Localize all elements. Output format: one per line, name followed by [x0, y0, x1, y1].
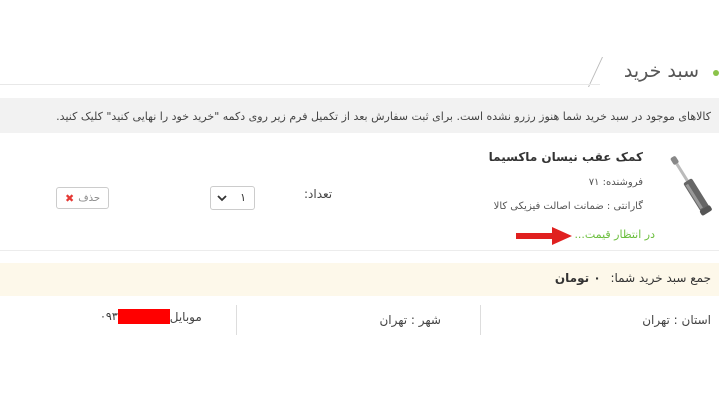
header-underline — [0, 84, 600, 85]
delete-x-icon: ✖ — [65, 191, 75, 205]
quantity-value: ۱ — [240, 191, 246, 204]
title-divider — [588, 57, 603, 87]
province-field: استان : تهران — [642, 313, 711, 327]
redaction-box — [117, 309, 170, 324]
product-divider — [0, 250, 719, 251]
title-bullet-icon — [713, 70, 719, 76]
city-field: شهر : تهران — [379, 313, 441, 327]
product-seller: فروشنده: ۷۱ — [588, 177, 643, 188]
mobile-label: موبایل — [169, 309, 202, 324]
product-name[interactable]: کمک عقب نیسان ماکسیما — [489, 150, 643, 164]
cart-total-value: ۰ تومان — [554, 271, 601, 285]
price-status: در انتظار قیمت... — [574, 228, 655, 241]
cart-total-label: جمع سبد خرید شما: — [610, 271, 711, 285]
cart-notice-text: کالاهای موجود در سبد خرید شما هنوز رزرو … — [56, 110, 711, 123]
address-divider — [236, 305, 237, 335]
quantity-label: تعداد: — [304, 187, 333, 201]
delete-button-label: حذف — [78, 192, 101, 204]
delete-button[interactable]: حذف ✖ — [56, 187, 109, 209]
annotation-arrow-icon — [516, 227, 572, 245]
address-divider — [480, 305, 481, 335]
product-image[interactable] — [664, 150, 716, 220]
page-title: سبد خرید — [623, 60, 699, 82]
product-warranty: گارانتی : ضمانت اصالت فیزیکی کالا — [493, 201, 643, 212]
mobile-number: ۰۹۳ — [100, 310, 118, 323]
quantity-select[interactable]: ۱ — [210, 186, 255, 210]
chevron-down-icon — [217, 195, 227, 202]
cart-total: جمع سبد خرید شما: ۰ تومان — [555, 271, 711, 285]
mobile-field: موبایل ۰۹۳ — [100, 309, 202, 324]
